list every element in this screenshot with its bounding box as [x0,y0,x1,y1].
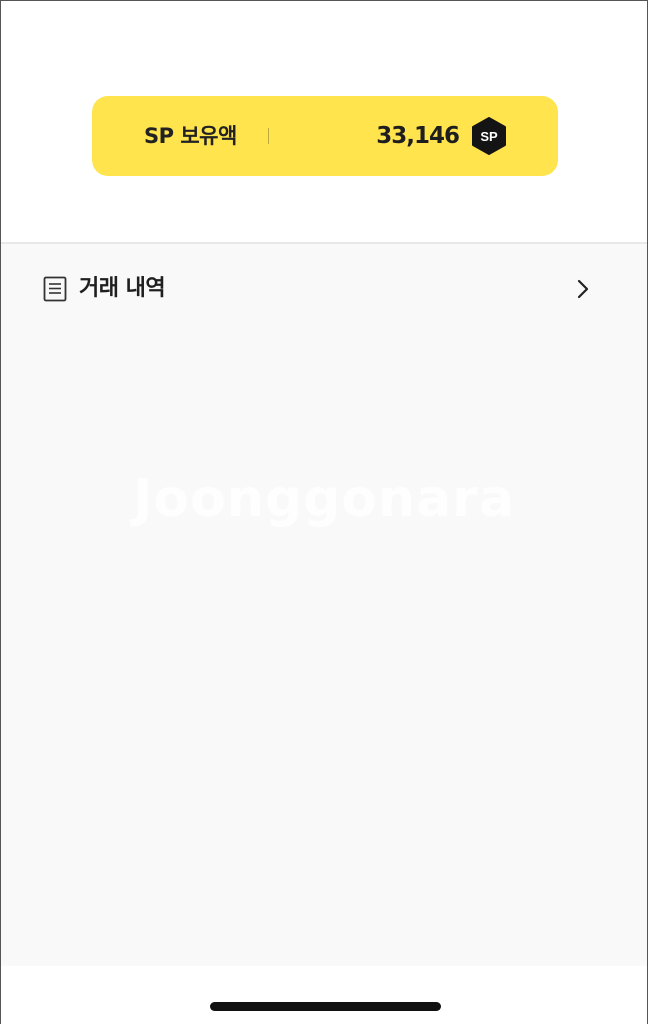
sp-badge-text: SP [480,129,498,144]
sp-balance-amount: 33,146 [376,123,460,149]
divider [268,128,269,144]
sp-balance-card: SP 보유액 33,146 SP [92,96,558,176]
chevron-right-icon[interactable] [573,277,593,301]
sp-coin-icon: SP [469,116,509,156]
home-indicator[interactable] [210,1002,441,1011]
transaction-history-label: 거래 내역 [79,276,166,301]
sp-balance-label: SP 보유액 [144,124,237,148]
watermark: Joonggonara [133,469,515,529]
document-list-icon [43,276,67,302]
bottom-safe-area [1,966,647,1024]
balance-section: SP 보유액 33,146 SP [1,1,647,244]
app-screen: SP 보유액 33,146 SP 거래 내역 Joonggonara [0,0,648,1024]
transaction-history-link[interactable]: 거래 내역 [1,244,647,334]
content-area: 거래 내역 Joonggonara [1,244,647,966]
